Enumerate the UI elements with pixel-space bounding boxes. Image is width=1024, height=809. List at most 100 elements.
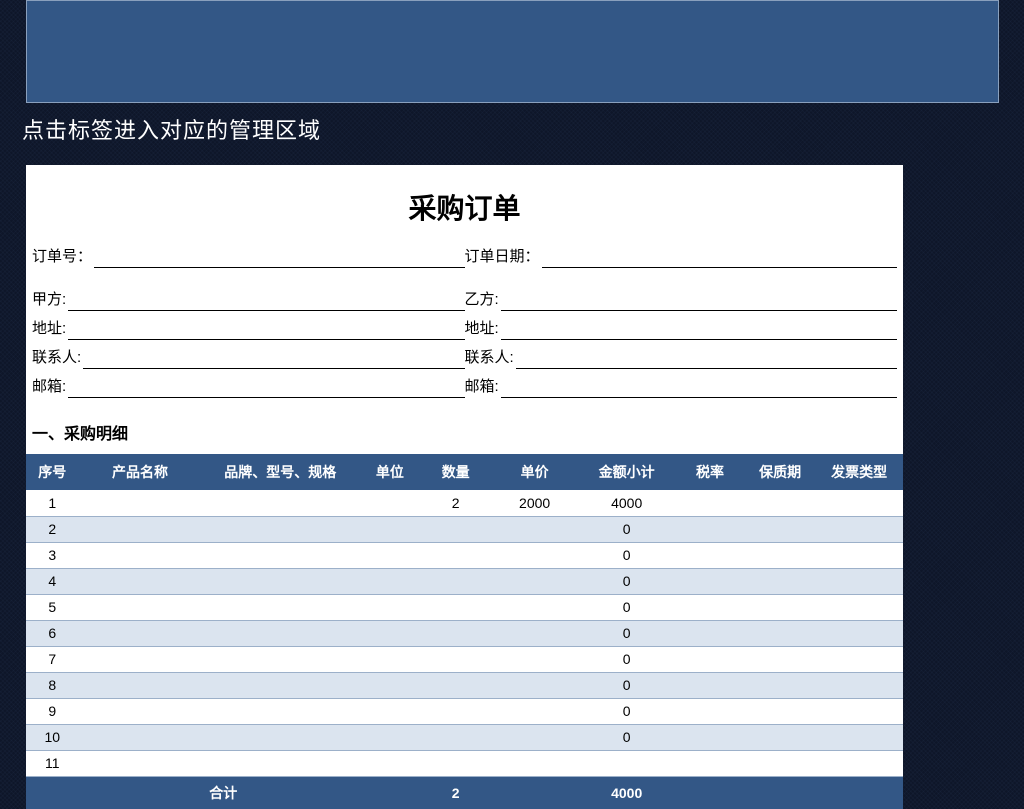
- cell-spec[interactable]: [201, 620, 359, 646]
- cell-name[interactable]: [79, 594, 202, 620]
- table-row[interactable]: 10 0: [26, 724, 903, 750]
- table-row[interactable]: 30: [26, 542, 903, 568]
- cell-qty[interactable]: [421, 750, 491, 776]
- cell-warr[interactable]: [745, 568, 815, 594]
- cell-tax[interactable]: [675, 568, 745, 594]
- cell-price[interactable]: [491, 672, 579, 698]
- cell-name[interactable]: [79, 672, 202, 698]
- table-row[interactable]: 1 220004000: [26, 490, 903, 516]
- cell-tax[interactable]: [675, 750, 745, 776]
- table-row[interactable]: 50: [26, 594, 903, 620]
- cell-inv[interactable]: [815, 672, 903, 698]
- cell-spec[interactable]: [201, 542, 359, 568]
- cell-seq[interactable]: 8: [26, 672, 79, 698]
- table-row[interactable]: 40: [26, 568, 903, 594]
- cell-sub[interactable]: 4000: [578, 490, 674, 516]
- cell-unit[interactable]: [359, 698, 420, 724]
- cell-seq[interactable]: 11: [26, 750, 79, 776]
- cell-price[interactable]: [491, 516, 579, 542]
- cell-spec[interactable]: [201, 672, 359, 698]
- field-party-b[interactable]: [501, 291, 897, 311]
- cell-sub[interactable]: 0: [578, 724, 674, 750]
- cell-unit[interactable]: [359, 490, 420, 516]
- cell-name[interactable]: [79, 724, 202, 750]
- field-addr-b[interactable]: [501, 320, 897, 340]
- cell-qty[interactable]: [421, 646, 491, 672]
- cell-inv[interactable]: [815, 698, 903, 724]
- table-row[interactable]: 80: [26, 672, 903, 698]
- cell-price[interactable]: [491, 542, 579, 568]
- field-order-no[interactable]: [94, 248, 464, 268]
- cell-price[interactable]: [491, 698, 579, 724]
- cell-seq[interactable]: 6: [26, 620, 79, 646]
- cell-qty[interactable]: [421, 594, 491, 620]
- cell-sub[interactable]: 0: [578, 516, 674, 542]
- cell-unit[interactable]: [359, 620, 420, 646]
- field-order-date[interactable]: [542, 248, 897, 268]
- cell-sub[interactable]: 0: [578, 568, 674, 594]
- cell-qty[interactable]: [421, 620, 491, 646]
- cell-name[interactable]: [79, 698, 202, 724]
- cell-spec[interactable]: [201, 594, 359, 620]
- cell-name[interactable]: [79, 646, 202, 672]
- field-mail-b[interactable]: [501, 378, 897, 398]
- field-contact-a[interactable]: [83, 349, 464, 369]
- table-row[interactable]: 20: [26, 516, 903, 542]
- cell-sub[interactable]: 0: [578, 672, 674, 698]
- cell-warr[interactable]: [745, 620, 815, 646]
- cell-tax[interactable]: [675, 516, 745, 542]
- cell-inv[interactable]: [815, 724, 903, 750]
- cell-warr[interactable]: [745, 516, 815, 542]
- cell-spec[interactable]: [201, 750, 359, 776]
- cell-unit[interactable]: [359, 516, 420, 542]
- cell-sub[interactable]: 0: [578, 646, 674, 672]
- cell-inv[interactable]: [815, 568, 903, 594]
- cell-tax[interactable]: [675, 620, 745, 646]
- cell-inv[interactable]: [815, 646, 903, 672]
- cell-price[interactable]: [491, 750, 579, 776]
- cell-warr[interactable]: [745, 698, 815, 724]
- cell-unit[interactable]: [359, 594, 420, 620]
- cell-name[interactable]: [79, 620, 202, 646]
- cell-sub[interactable]: 0: [578, 620, 674, 646]
- cell-price[interactable]: [491, 594, 579, 620]
- table-row[interactable]: 60: [26, 620, 903, 646]
- cell-tax[interactable]: [675, 490, 745, 516]
- field-contact-b[interactable]: [516, 349, 897, 369]
- cell-warr[interactable]: [745, 646, 815, 672]
- cell-price[interactable]: 2000: [491, 490, 579, 516]
- cell-seq[interactable]: 10: [26, 724, 79, 750]
- cell-unit[interactable]: [359, 568, 420, 594]
- cell-seq[interactable]: 4: [26, 568, 79, 594]
- cell-name[interactable]: [79, 516, 202, 542]
- cell-name[interactable]: [79, 750, 202, 776]
- cell-tax[interactable]: [675, 724, 745, 750]
- table-row[interactable]: 11: [26, 750, 903, 776]
- cell-seq[interactable]: 5: [26, 594, 79, 620]
- field-mail-a[interactable]: [68, 378, 464, 398]
- cell-spec[interactable]: [201, 698, 359, 724]
- cell-tax[interactable]: [675, 672, 745, 698]
- cell-warr[interactable]: [745, 724, 815, 750]
- cell-qty[interactable]: 2: [421, 490, 491, 516]
- cell-sub[interactable]: 0: [578, 542, 674, 568]
- cell-name[interactable]: [79, 568, 202, 594]
- cell-inv[interactable]: [815, 542, 903, 568]
- cell-inv[interactable]: [815, 620, 903, 646]
- cell-seq[interactable]: 2: [26, 516, 79, 542]
- cell-warr[interactable]: [745, 542, 815, 568]
- cell-sub[interactable]: 0: [578, 698, 674, 724]
- field-party-a[interactable]: [68, 291, 464, 311]
- cell-unit[interactable]: [359, 750, 420, 776]
- cell-tax[interactable]: [675, 594, 745, 620]
- cell-price[interactable]: [491, 646, 579, 672]
- cell-spec[interactable]: [201, 646, 359, 672]
- cell-seq[interactable]: 1: [26, 490, 79, 516]
- cell-inv[interactable]: [815, 490, 903, 516]
- cell-spec[interactable]: [201, 490, 359, 516]
- field-addr-a[interactable]: [68, 320, 464, 340]
- cell-warr[interactable]: [745, 594, 815, 620]
- cell-seq[interactable]: 3: [26, 542, 79, 568]
- cell-price[interactable]: [491, 620, 579, 646]
- cell-qty[interactable]: [421, 698, 491, 724]
